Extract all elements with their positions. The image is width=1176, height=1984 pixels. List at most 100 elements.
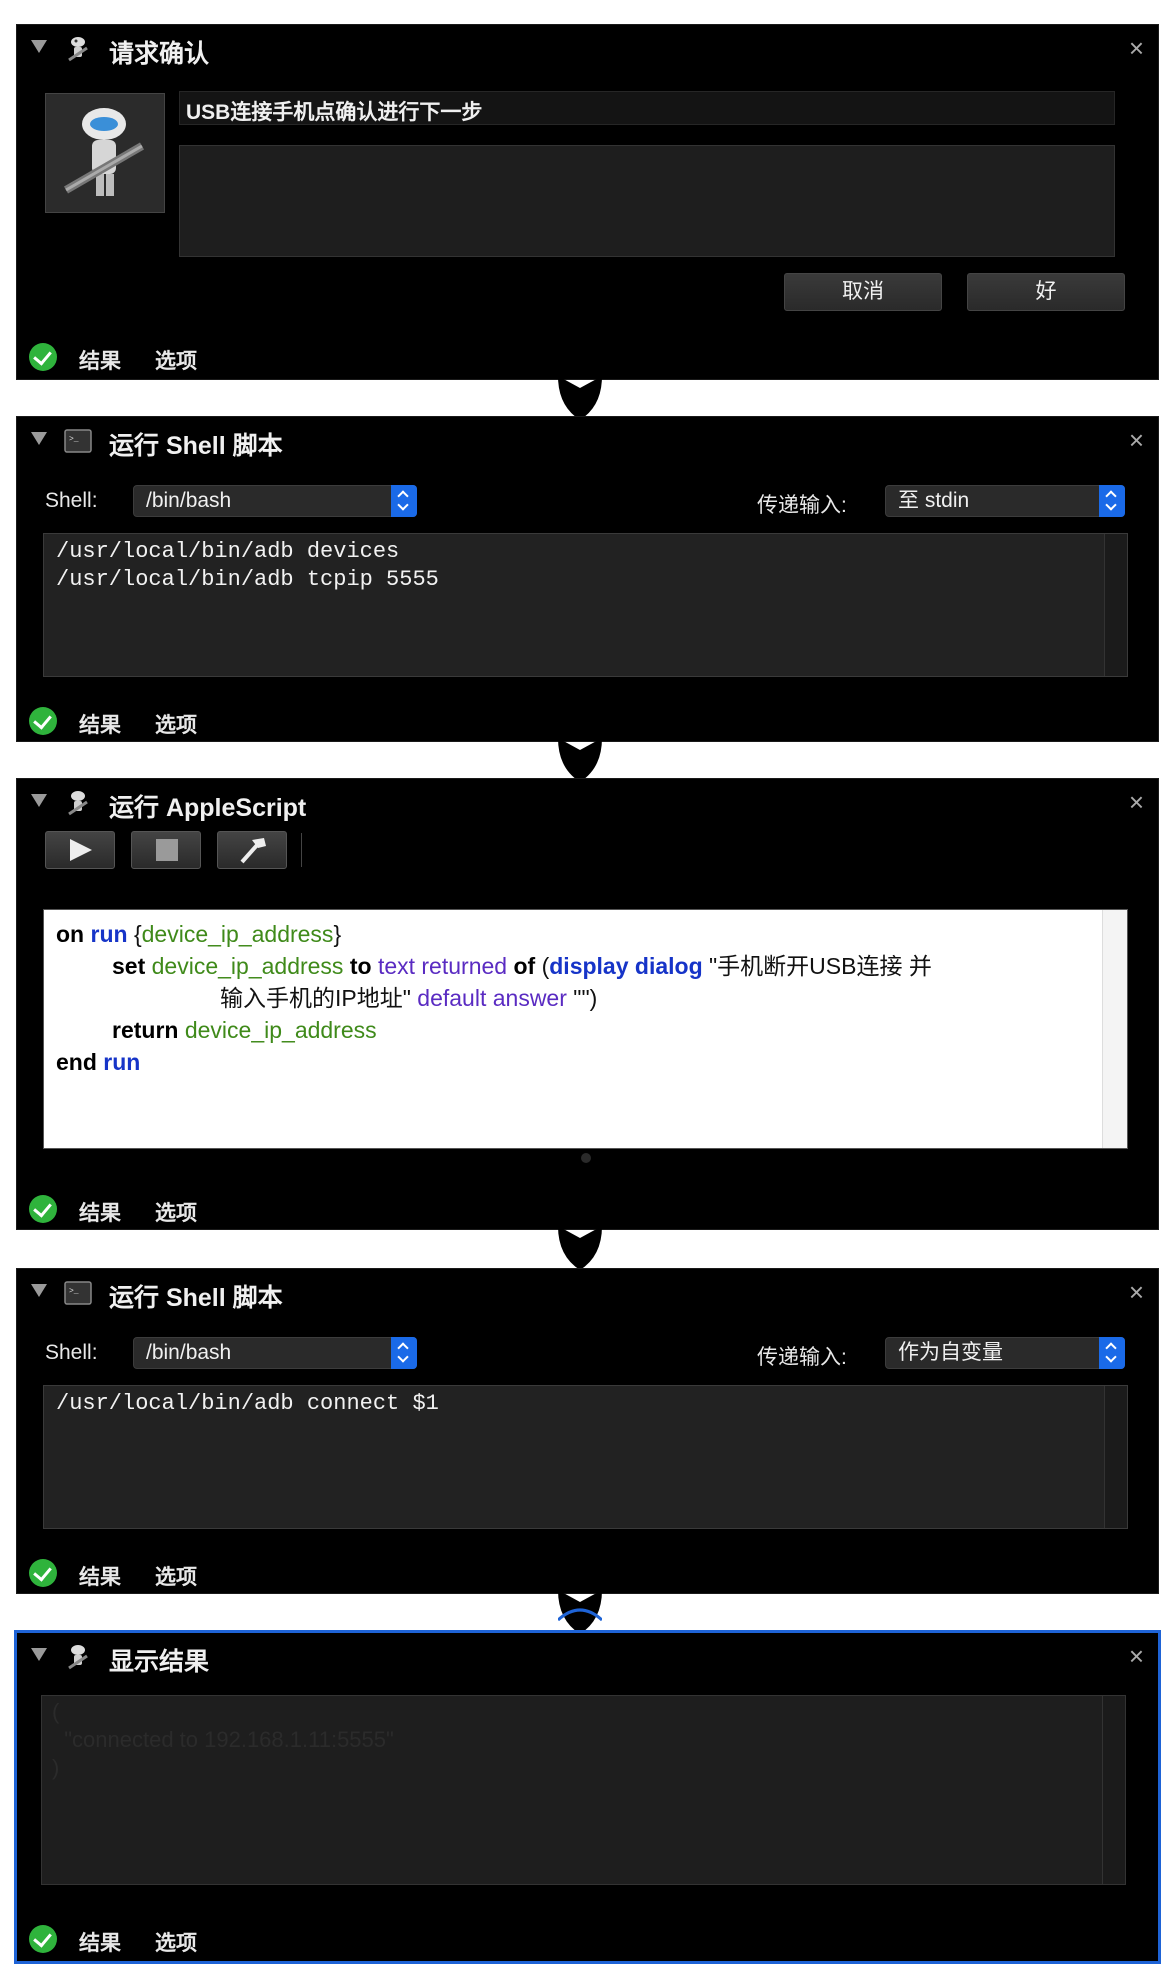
result-line: "connected to 192.168.1.11:5555": [52, 1727, 394, 1752]
property: text returned: [377, 953, 508, 979]
results-view[interactable]: ( "connected to 192.168.1.11:5555" ): [41, 1695, 1126, 1885]
close-icon[interactable]: ×: [1129, 787, 1144, 817]
run-button[interactable]: [45, 831, 115, 869]
action-title: 运行 AppleScript: [109, 794, 307, 822]
action-header: 显示结果 ×: [17, 1633, 1158, 1681]
message-field[interactable]: USB连接手机点确认进行下一步: [179, 91, 1115, 125]
vertical-scrollbar[interactable]: [1104, 1386, 1127, 1528]
vertical-scrollbar[interactable]: [1104, 534, 1127, 676]
pass-input-select[interactable]: 至 stdin: [885, 485, 1125, 517]
action-title: 显示结果: [109, 1648, 210, 1676]
options-tab[interactable]: 选项: [155, 1561, 197, 1591]
brace: }: [333, 921, 342, 947]
view-results-action: 显示结果 × ( "connected to 192.168.1.11:5555…: [14, 1630, 1161, 1964]
command: display dialog: [549, 953, 703, 979]
keyword-on: on: [56, 921, 85, 947]
script-editor[interactable]: /usr/local/bin/adb connect $1: [43, 1385, 1128, 1529]
pass-input-label: 传递输入:: [757, 1346, 847, 1369]
string: "手机断开USB连接 并: [709, 953, 932, 979]
collapse-triangle-icon[interactable]: [31, 40, 47, 53]
options-tab[interactable]: 选项: [155, 709, 197, 739]
close-icon[interactable]: ×: [1129, 33, 1144, 63]
collapse-triangle-icon[interactable]: [31, 794, 47, 807]
stop-button[interactable]: [131, 831, 201, 869]
shell-label: Shell:: [45, 1341, 98, 1364]
cancel-button[interactable]: 取消: [784, 273, 942, 311]
pass-input-select-value: 至 stdin: [898, 489, 970, 512]
options-tab[interactable]: 选项: [155, 1927, 197, 1957]
terminal-icon: >_: [64, 429, 92, 453]
action-title: 运行 Shell 脚本: [109, 1284, 283, 1312]
run-applescript-action: 运行 AppleScript × on run {device_ip_addre…: [16, 778, 1159, 1230]
code-line: /usr/local/bin/adb tcpip 5555: [56, 567, 439, 592]
chevron-updown-icon: [391, 1337, 417, 1369]
resize-handle[interactable]: [581, 1153, 591, 1163]
action-connector: [558, 1590, 602, 1634]
check-icon: [29, 1559, 57, 1587]
close-icon[interactable]: ×: [1129, 1641, 1144, 1671]
pass-input-select[interactable]: 作为自变量: [885, 1337, 1125, 1369]
run-icon: [70, 839, 92, 861]
shell-select[interactable]: /bin/bash: [133, 1337, 417, 1369]
action-title: 运行 Shell 脚本: [109, 432, 283, 460]
variable: device_ip_address: [184, 1017, 377, 1043]
compile-button[interactable]: [217, 831, 287, 869]
pass-input-label: 传递输入:: [757, 494, 847, 517]
chevron-updown-icon: [391, 485, 417, 517]
action-connector: [558, 738, 602, 782]
action-header: 运行 AppleScript ×: [17, 779, 1158, 827]
keyword-run: run: [90, 921, 128, 947]
variable: device_ip_address: [141, 921, 334, 947]
action-header: 请求确认 ×: [17, 25, 1158, 73]
ask-confirmation-action: 请求确认 × USB连接手机点确认进行下一步 取消 好 结果 选项: [16, 24, 1159, 380]
shell-select[interactable]: /bin/bash: [133, 485, 417, 517]
options-tab[interactable]: 选项: [155, 345, 197, 375]
results-tab[interactable]: 结果: [79, 709, 121, 739]
svg-text:>_: >_: [69, 435, 79, 444]
pass-input-select-value: 作为自变量: [898, 1341, 1003, 1364]
collapse-triangle-icon[interactable]: [31, 1284, 47, 1297]
shell-select-value: /bin/bash: [146, 1341, 232, 1364]
keyword-to: to: [349, 953, 372, 979]
script-line: set device_ip_address to text returned o…: [56, 950, 1127, 982]
results-tab[interactable]: 结果: [79, 1197, 121, 1227]
check-icon: [29, 343, 57, 371]
keyword-return: return: [112, 1017, 179, 1043]
results-tab[interactable]: 结果: [79, 1927, 121, 1957]
vertical-scrollbar[interactable]: [1102, 910, 1127, 1148]
results-tab[interactable]: 结果: [79, 345, 121, 375]
automator-robot-icon: [68, 37, 88, 62]
result-line: ): [52, 1755, 60, 1780]
compile-hammer-icon: [240, 838, 266, 864]
svg-text:>_: >_: [69, 1287, 79, 1296]
close-icon[interactable]: ×: [1129, 425, 1144, 455]
run-shell-script-action: >_ 运行 Shell 脚本 × Shell: /bin/bash 传递输入: …: [16, 1268, 1159, 1594]
stop-icon: [156, 839, 178, 861]
message-text: USB连接手机点确认进行下一步: [186, 101, 483, 124]
vertical-scrollbar[interactable]: [1102, 1696, 1125, 1884]
brace: {: [133, 921, 142, 947]
script-editor[interactable]: /usr/local/bin/adb devices /usr/local/bi…: [43, 533, 1128, 677]
action-header: >_ 运行 Shell 脚本 ×: [17, 1269, 1158, 1317]
string: 输入手机的IP地址": [220, 985, 411, 1011]
results-tab[interactable]: 结果: [79, 1561, 121, 1591]
action-header: >_ 运行 Shell 脚本 ×: [17, 417, 1158, 465]
options-tab[interactable]: 选项: [155, 1197, 197, 1227]
collapse-triangle-icon[interactable]: [31, 1648, 47, 1661]
shell-select-value: /bin/bash: [146, 489, 232, 512]
shell-label: Shell:: [45, 489, 98, 512]
code-line: /usr/local/bin/adb connect $1: [56, 1391, 439, 1416]
keyword-run: run: [103, 1049, 141, 1075]
applescript-editor[interactable]: on run {device_ip_address} set device_ip…: [43, 909, 1128, 1149]
automator-robot-icon: [63, 108, 145, 196]
description-field[interactable]: [179, 145, 1115, 257]
keyword-end: end: [56, 1049, 97, 1075]
collapse-triangle-icon[interactable]: [31, 432, 47, 445]
script-line: end run: [56, 1046, 1127, 1078]
close-icon[interactable]: ×: [1129, 1277, 1144, 1307]
ok-button[interactable]: 好: [967, 273, 1125, 311]
check-icon: [29, 1925, 57, 1953]
automator-robot-icon: [68, 791, 88, 816]
script-line: on run {device_ip_address}: [56, 918, 1127, 950]
chevron-updown-icon: [1099, 485, 1125, 517]
